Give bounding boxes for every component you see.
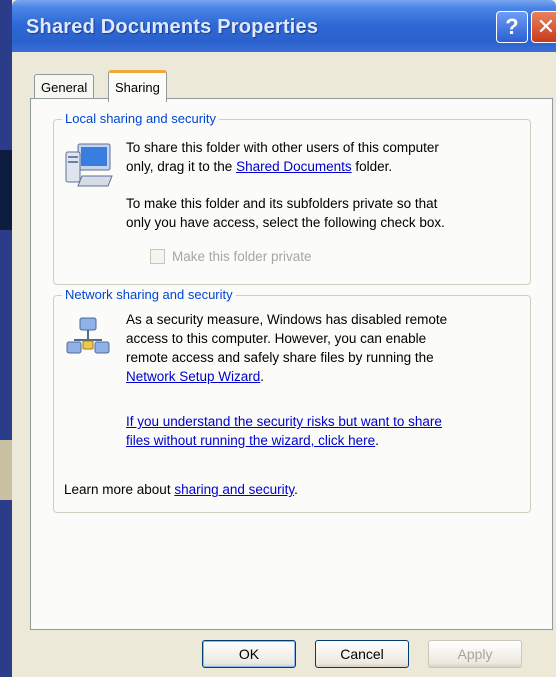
network-setup-wizard-link[interactable]: Network Setup Wizard	[126, 369, 260, 384]
network-line-1: As a security measure, Windows has disab…	[126, 312, 448, 327]
properties-dialog: Shared Documents Properties ? ✕ General …	[12, 0, 556, 677]
window-title: Shared Documents Properties	[26, 16, 319, 38]
share-without-wizard-link[interactable]: If you understand the security risks but…	[126, 414, 442, 429]
network-line-4: Network Setup Wizard.	[126, 369, 265, 384]
tab-general[interactable]: General	[34, 74, 95, 99]
desktop-shadow	[0, 440, 12, 500]
security-risk-text: If you understand the security risks but…	[126, 414, 442, 448]
close-button[interactable]: ✕	[531, 11, 556, 43]
local-line-1: To share this folder with other users of…	[126, 140, 439, 155]
learn-more-text: Learn more about sharing and security.	[64, 482, 298, 497]
help-icon: ?	[505, 14, 519, 39]
private-line-2: only you have access, select the followi…	[126, 215, 445, 230]
apply-button[interactable]: Apply	[428, 640, 522, 668]
network-sharing-group: Network sharing and security As a securi…	[53, 287, 531, 513]
tab-sharing[interactable]: Sharing	[108, 70, 167, 102]
network-sharing-description: As a security measure, Windows has disab…	[126, 310, 447, 386]
private-description: To make this folder and its subfolders p…	[126, 194, 445, 232]
cancel-button[interactable]: Cancel	[315, 640, 409, 668]
share-without-wizard-link-cont[interactable]: files without running the wizard, click …	[126, 433, 375, 448]
make-private-checkbox[interactable]	[150, 249, 165, 264]
network-icon	[66, 317, 110, 354]
network-line-2: access to this computer. However, you ca…	[126, 331, 427, 346]
make-private-checkbox-row: Make this folder private	[150, 249, 312, 264]
computer-icon	[65, 143, 113, 187]
network-sharing-legend: Network sharing and security	[62, 287, 236, 302]
local-sharing-legend: Local sharing and security	[62, 111, 220, 126]
make-private-label: Make this folder private	[172, 249, 312, 264]
help-button[interactable]: ?	[496, 11, 528, 43]
desktop-shadow	[0, 150, 12, 230]
private-line-1: To make this folder and its subfolders p…	[126, 196, 438, 211]
local-line-2: only, drag it to the Shared Documents fo…	[126, 159, 393, 174]
background-desktop-strip	[0, 0, 12, 677]
ok-button[interactable]: OK	[202, 640, 296, 668]
sharing-and-security-link[interactable]: sharing and security	[174, 482, 294, 497]
close-icon: ✕	[536, 14, 556, 39]
network-line-3: remote access and safely share files by …	[126, 350, 434, 365]
local-sharing-group: Local sharing and security To share this…	[53, 111, 531, 285]
sharing-tab-panel: Local sharing and security To share this…	[30, 98, 553, 630]
title-bar[interactable]: Shared Documents Properties ? ✕	[12, 0, 556, 52]
local-sharing-description: To share this folder with other users of…	[126, 138, 439, 176]
shared-documents-link[interactable]: Shared Documents	[236, 159, 352, 174]
